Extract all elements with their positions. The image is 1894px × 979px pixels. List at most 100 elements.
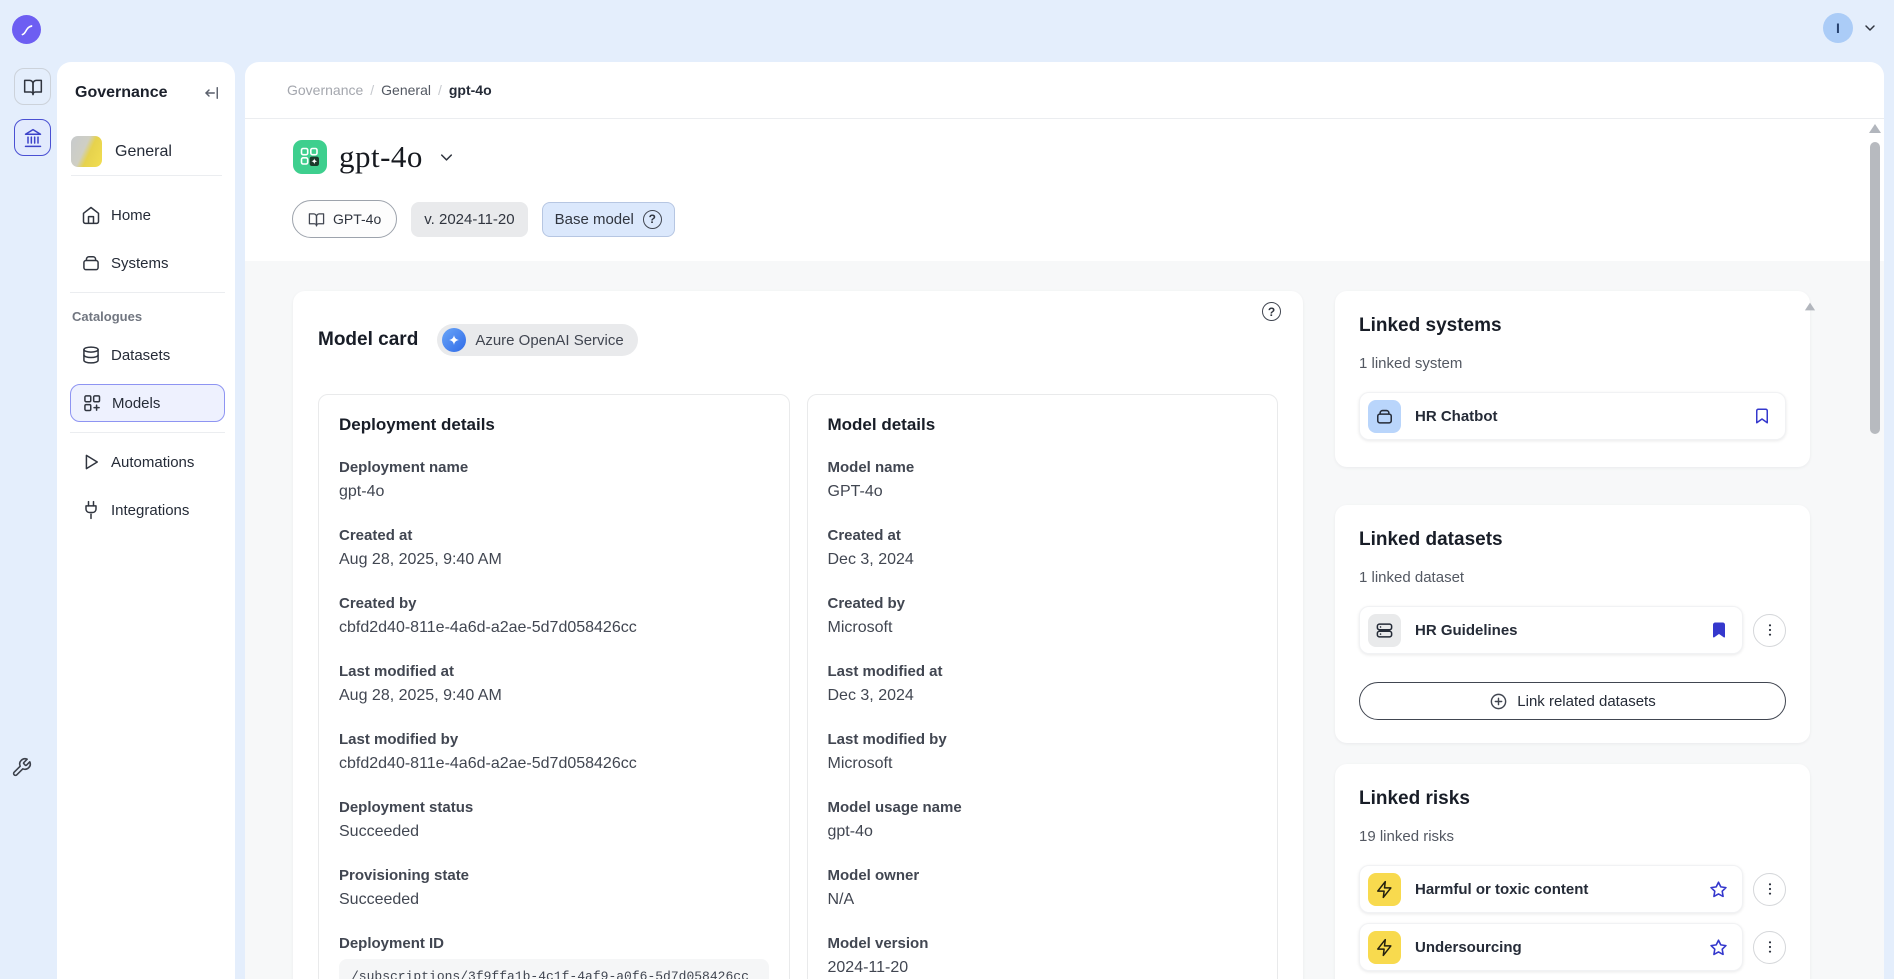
home-icon [81, 205, 101, 225]
field-model-version: Model version 2024-11-20 [828, 935, 1258, 977]
plug-icon [81, 500, 101, 520]
link-related-datasets-label: Link related datasets [1517, 693, 1655, 710]
sidebar-item-home[interactable]: Home [70, 196, 225, 234]
plus-circle-icon [1489, 692, 1508, 711]
sidebar-item-label: Integrations [111, 502, 189, 519]
bank-icon [23, 128, 43, 148]
linked-risks-panel: Linked risks 19 linked risks Harmful or … [1335, 764, 1810, 979]
deployment-details-card: Deployment details Deployment name gpt-4… [318, 394, 790, 979]
linked-systems-panel: Linked systems 1 linked system HR Chatbo… [1335, 291, 1810, 467]
field-provisioning-state: Provisioning state Succeeded [339, 867, 769, 909]
model-sparkle-icon [293, 140, 327, 174]
zap-icon [1368, 931, 1401, 964]
help-circle-icon[interactable]: ? [1262, 302, 1281, 321]
scrollbar[interactable] [1868, 124, 1881, 434]
breadcrumb: Governance / General / gpt-4o [245, 62, 1884, 119]
type-badge-label: Base model [555, 211, 634, 228]
system-box-icon [1368, 400, 1401, 433]
star-icon[interactable] [1709, 938, 1728, 957]
sidebar-item-systems[interactable]: Systems [70, 244, 225, 282]
systems-box-icon [81, 253, 101, 273]
model-details-card: Model details Model name GPT-4o Created … [807, 394, 1279, 979]
help-circle-icon[interactable]: ? [643, 210, 662, 229]
avatar[interactable]: I [1823, 13, 1853, 43]
collapse-sidebar-icon[interactable] [203, 84, 221, 102]
link-related-datasets-button[interactable]: Link related datasets [1359, 682, 1786, 720]
user-menu[interactable]: I [1823, 13, 1878, 43]
sidebar-section-label: Catalogues [72, 309, 225, 324]
provider-badge-label: Azure OpenAI Service [475, 332, 623, 349]
page-header: gpt-4o GPT-4o v. 2024-11-20 Base model ? [245, 119, 1884, 260]
linked-datasets-panel: Linked datasets 1 linked dataset HR Guid… [1335, 505, 1810, 743]
kebab-menu-icon[interactable] [1753, 931, 1786, 964]
breadcrumb-governance[interactable]: Governance [287, 82, 363, 98]
linked-datasets-count: 1 linked dataset [1359, 569, 1786, 586]
open-book-icon [308, 211, 325, 228]
model-family-badge-label: GPT-4o [333, 211, 381, 227]
field-last-modified-at: Last modified at Aug 28, 2025, 9:40 AM [339, 663, 769, 705]
divider [70, 292, 225, 293]
sidebar-item-integrations[interactable]: Integrations [70, 491, 225, 529]
rail-governance-button[interactable] [14, 119, 51, 156]
sidebar-item-automations[interactable]: Automations [70, 443, 225, 481]
breadcrumb-current: gpt-4o [449, 82, 492, 98]
azure-openai-icon [442, 328, 466, 352]
linked-datasets-title: Linked datasets [1359, 529, 1786, 551]
model-card-title: Model card [318, 329, 418, 351]
linked-risks-title: Linked risks [1359, 788, 1786, 810]
model-card-panel: Model card Azure OpenAI Service ? Deploy… [293, 291, 1303, 979]
linked-dataset-row[interactable]: HR Guidelines [1359, 606, 1743, 654]
wrench-icon [11, 757, 32, 778]
model-details-title: Model details [828, 415, 1258, 435]
scroll-up-icon[interactable] [1869, 124, 1881, 133]
field-model-usage-name: Model usage name gpt-4o [828, 799, 1258, 841]
database-icon [81, 345, 101, 365]
linked-systems-count: 1 linked system [1359, 355, 1786, 372]
field-created-at: Created at Dec 3, 2024 [828, 527, 1258, 569]
linked-risk-row[interactable]: Harmful or toxic content [1359, 865, 1743, 913]
rail-library-button[interactable] [14, 68, 51, 105]
field-last-modified-by: Last modified by cbfd2d40-811e-4a6d-a2ae… [339, 731, 769, 773]
breadcrumb-general[interactable]: General [381, 82, 431, 98]
column-scroll-up-icon[interactable] [1805, 303, 1815, 311]
main-panel: Governance / General / gpt-4o gpt-4o [245, 62, 1884, 979]
deployment-details-title: Deployment details [339, 415, 769, 435]
chevron-down-icon [1862, 20, 1878, 36]
field-deployment-name: Deployment name gpt-4o [339, 459, 769, 501]
workspace-switcher[interactable]: General [71, 136, 222, 176]
workspace-avatar [71, 136, 102, 167]
bookmark-icon[interactable] [1753, 407, 1771, 425]
linked-system-name: HR Chatbot [1415, 408, 1498, 425]
sidebar-item-models[interactable]: Models [70, 384, 225, 422]
bookmark-filled-icon[interactable] [1710, 621, 1728, 639]
sidebar-item-label: Datasets [111, 347, 170, 364]
provider-badge: Azure OpenAI Service [437, 324, 637, 356]
linked-risk-row[interactable]: Undersourcing [1359, 923, 1743, 971]
model-family-badge[interactable]: GPT-4o [292, 200, 397, 238]
field-created-at: Created at Aug 28, 2025, 9:40 AM [339, 527, 769, 569]
field-deployment-status: Deployment status Succeeded [339, 799, 769, 841]
app-logo[interactable] [12, 15, 41, 44]
sidebar-item-datasets[interactable]: Datasets [70, 336, 225, 374]
field-deployment-id: Deployment ID /subscriptions/3f9ffa1b-4c… [339, 935, 769, 979]
type-badge: Base model ? [542, 202, 675, 237]
kebab-menu-icon[interactable] [1753, 873, 1786, 906]
title-chevron-down-icon[interactable] [437, 148, 456, 167]
linked-system-row[interactable]: HR Chatbot [1359, 392, 1786, 440]
kebab-menu-icon[interactable] [1753, 614, 1786, 647]
deployment-id-code: /subscriptions/3f9ffa1b-4c1f-4af9-a0f6-5… [339, 959, 769, 979]
sidebar-item-label: Home [111, 207, 151, 224]
linked-systems-title: Linked systems [1359, 315, 1786, 337]
linked-risk-name: Harmful or toxic content [1415, 881, 1588, 898]
field-created-by: Created by Microsoft [828, 595, 1258, 637]
tools-button[interactable] [11, 757, 32, 778]
field-last-modified-by: Last modified by Microsoft [828, 731, 1258, 773]
scrollbar-thumb[interactable] [1870, 142, 1880, 434]
field-created-by: Created by cbfd2d40-811e-4a6d-a2ae-5d7d0… [339, 595, 769, 637]
version-badge: v. 2024-11-20 [411, 202, 527, 237]
sidebar: Governance General Home Systems [57, 62, 235, 979]
breadcrumb-separator: / [370, 82, 374, 98]
logo-s-icon [17, 20, 37, 40]
star-icon[interactable] [1709, 880, 1728, 899]
content-area: Model card Azure OpenAI Service ? Deploy… [245, 261, 1884, 979]
